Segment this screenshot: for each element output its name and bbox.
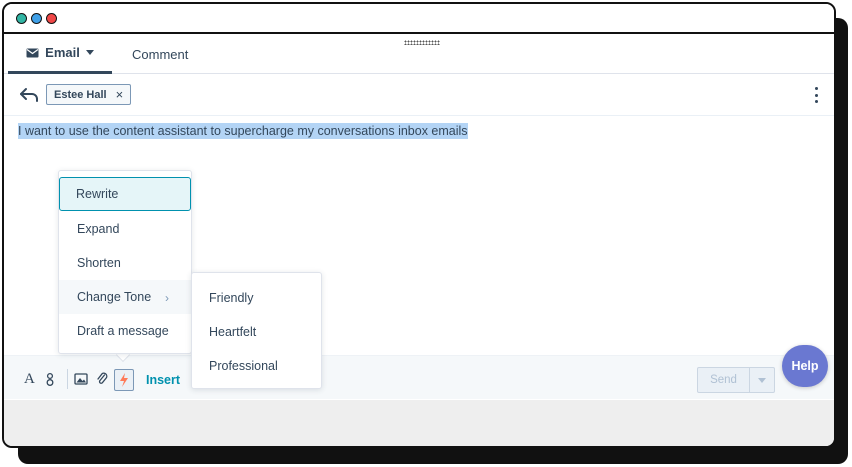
insert-dropdown[interactable]: Insert [146,373,180,387]
mail-icon [26,48,39,57]
menu-item-rewrite[interactable]: Rewrite [59,177,191,211]
composer-tabs: Email Comment [4,34,834,74]
window-minimize-dot[interactable] [16,13,27,24]
send-button-group: Send [697,367,775,393]
window-footer [4,400,834,446]
lightning-icon [120,373,128,387]
editor-toolbar: A Insert Send [4,355,834,399]
caret-down-icon [758,377,766,383]
window-maximize-dot[interactable] [31,13,42,24]
menu-item-draft-message[interactable]: Draft a message [59,314,191,348]
menu-item-label: Draft a message [77,324,169,338]
app-window: Email Comment Estee Hall × I want to use… [2,2,836,448]
reply-back-icon[interactable] [18,84,40,106]
resize-grip[interactable] [404,40,440,45]
menu-item-label: Shorten [77,256,121,270]
tab-comment-label: Comment [132,46,189,62]
menu-item-label: Expand [77,222,120,236]
email-body[interactable]: I want to use the content assistant to s… [18,123,468,139]
chevron-right-icon: › [165,291,169,305]
submenu-item-professional[interactable]: Professional [209,359,278,373]
content-assistant-button[interactable] [114,369,134,391]
kebab-icon[interactable] [814,87,818,103]
title-bar [4,4,834,34]
send-options-button[interactable] [750,368,774,392]
recipient-row: Estee Hall × [4,74,834,116]
send-button[interactable]: Send [698,368,750,392]
attachment-icon[interactable] [96,370,108,388]
window-close-dot[interactable] [46,13,57,24]
submenu-item-heartfelt[interactable]: Heartfelt [209,325,256,339]
caret-down-icon [85,50,94,55]
image-icon[interactable] [74,370,88,388]
recipient-chip[interactable]: Estee Hall × [46,84,132,105]
tab-comment[interactable]: Comment [132,34,188,74]
tab-email-label: Email [45,45,80,60]
tone-submenu: Friendly Heartfelt Professional [191,272,322,389]
personalize-icon[interactable] [44,370,56,388]
recipient-chip-label: Estee Hall [54,88,107,101]
tab-email[interactable]: Email [8,34,112,74]
menu-item-label: Change Tone [77,290,152,304]
menu-item-expand[interactable]: Expand [59,212,191,246]
toolbar-divider [67,369,68,389]
submenu-item-friendly[interactable]: Friendly [209,291,253,305]
text-format-icon[interactable]: A [24,370,35,388]
content-assistant-menu: Rewrite Expand Shorten Change Tone › Dra… [58,170,192,354]
close-icon[interactable]: × [116,88,124,101]
help-button[interactable]: Help [782,345,828,387]
menu-item-change-tone[interactable]: Change Tone › [59,280,191,314]
menu-item-shorten[interactable]: Shorten [59,246,191,280]
selected-text: I want to use the content assistant to s… [18,123,468,139]
menu-item-label: Rewrite [76,187,119,201]
